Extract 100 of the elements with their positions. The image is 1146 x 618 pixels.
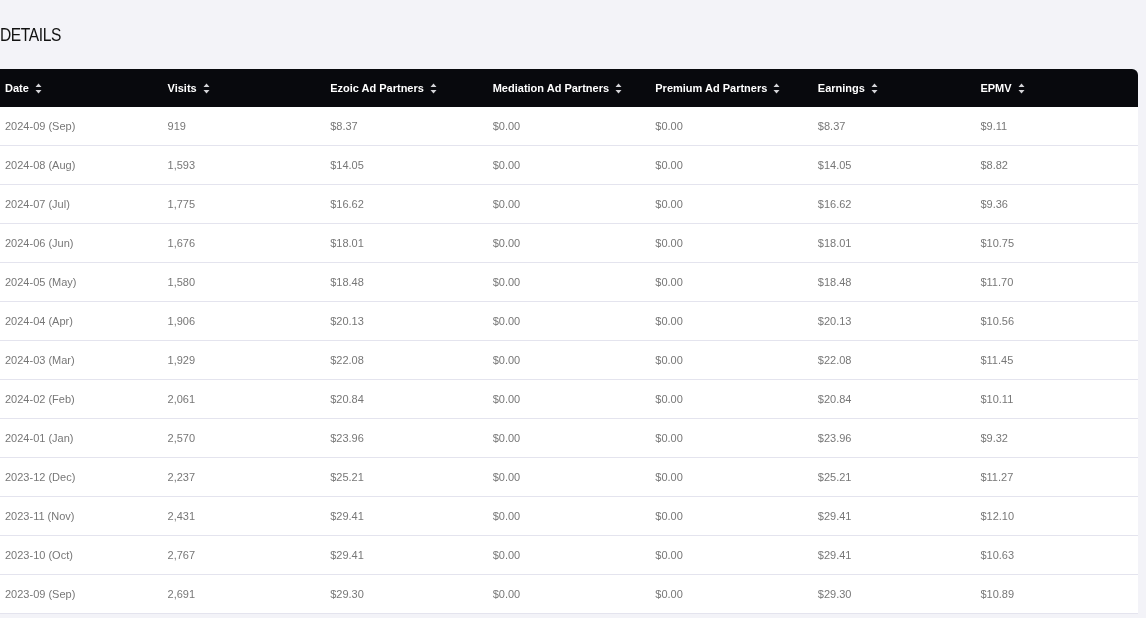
table-cell-text: $0.00 <box>654 274 684 290</box>
table-cell-text: 2,237 <box>166 469 197 485</box>
table-cell-text: $11.27 <box>979 469 1015 485</box>
table-cell-text: 2023-12 (Dec) <box>4 469 77 485</box>
table-cell-text: $10.56 <box>979 313 1016 329</box>
table-cell-text: $0.00 <box>654 391 684 407</box>
table-cell-text: 2024-07 (Jul) <box>4 196 71 212</box>
table-cell-text: $29.41 <box>329 508 365 524</box>
table-cell-text: $18.01 <box>329 235 365 251</box>
table-cell-text: 2024-08 (Aug) <box>4 157 77 173</box>
table-cell-text: $25.21 <box>329 469 365 485</box>
table-cell-text: $14.05 <box>816 157 853 173</box>
table-cell-text: $16.62 <box>329 196 365 212</box>
table-cell-text: $0.00 <box>654 196 684 212</box>
sort-icon <box>429 82 437 94</box>
table-cell-text: 2,061 <box>166 391 197 407</box>
table-cell-text: $12.10 <box>979 508 1016 524</box>
sort-icon <box>1017 82 1025 94</box>
table-cell-text: $9.32 <box>979 430 1009 446</box>
table-cell-text: $25.21 <box>816 469 853 485</box>
table-cell-text: 1,676 <box>166 235 197 251</box>
table-cell-text: $16.62 <box>816 196 853 212</box>
table-cell-text: $0.00 <box>654 586 684 602</box>
table-cell-text: $0.00 <box>654 352 684 368</box>
table-cell-text: $0.00 <box>654 313 684 329</box>
table-cell-text: $29.41 <box>816 508 853 524</box>
table-cell-text: $0.00 <box>491 352 522 368</box>
table-cell-text: 2,570 <box>166 430 197 446</box>
sort-icon <box>870 82 878 94</box>
table-cell-text: $0.00 <box>654 157 684 173</box>
table-cell-text: $22.08 <box>816 352 853 368</box>
table-cell-text: 2023-11 (Nov) <box>4 508 76 524</box>
column-header[interactable]: Earnings <box>812 69 976 107</box>
table-cell-text: $0.00 <box>491 235 522 251</box>
table-cell-text: $23.96 <box>329 430 365 446</box>
table-cell-text: 919 <box>166 118 187 134</box>
table-cell-text: $29.41 <box>329 547 365 563</box>
table-cell-text: $22.08 <box>329 352 365 368</box>
table-cell-text: $20.84 <box>329 391 365 407</box>
table-cell-text: 2024-06 (Jun) <box>4 235 75 251</box>
table-cell-text: $0.00 <box>491 508 522 524</box>
table-cell-text: $0.00 <box>491 157 522 173</box>
table-cell-text: $9.11 <box>979 118 1009 134</box>
table-cell-text: $10.75 <box>979 235 1016 251</box>
table-cell-text: $10.63 <box>979 547 1016 563</box>
table-cell-text: $8.37 <box>816 118 847 134</box>
table-cell-text: $9.36 <box>979 196 1009 212</box>
table-cell-text: $0.00 <box>491 430 522 446</box>
table-cell-text: 2024-04 (Apr) <box>4 313 74 329</box>
table-cell-text: $0.00 <box>654 118 684 134</box>
table-cell-text: $0.00 <box>654 469 684 485</box>
table-cell-text: 2023-10 (Oct) <box>4 547 74 563</box>
column-header[interactable]: Date <box>0 69 163 107</box>
table-cell-text: $0.00 <box>491 469 522 485</box>
table-cell-text: $18.48 <box>329 274 365 290</box>
table-cell-text: 2023-09 (Sep) <box>4 586 77 602</box>
sort-icon <box>773 82 781 94</box>
table-cell-text: $20.13 <box>816 313 853 329</box>
table-cell-text: $0.00 <box>654 235 684 251</box>
table-cell-text: $0.00 <box>654 547 684 563</box>
table-cell-text: $0.00 <box>491 274 522 290</box>
table-cell-text: 2024-09 (Sep) <box>4 118 77 134</box>
table-cell-text: 2024-02 (Feb) <box>4 391 76 407</box>
table-cell-text: 2,431 <box>166 508 197 524</box>
table-cell-text: 1,775 <box>166 196 197 212</box>
table-cell-text: $11.45 <box>979 352 1015 368</box>
table-cell-text: $23.96 <box>816 430 853 446</box>
table-cell-text: $0.00 <box>491 196 522 212</box>
section-title: DETAILS <box>0 25 62 44</box>
table-cell-text: $0.00 <box>491 547 522 563</box>
table-cell-text: 1,929 <box>166 352 197 368</box>
table-cell-text: $0.00 <box>654 508 684 524</box>
table-cell-text: $0.00 <box>491 391 522 407</box>
sort-icon <box>615 82 623 94</box>
table-cell-text: $0.00 <box>491 313 522 329</box>
table-cell-text: $29.30 <box>329 586 365 602</box>
table-cell-text: $0.00 <box>654 430 684 446</box>
table-cell-text: $11.70 <box>979 274 1015 290</box>
table-cell-text: $18.01 <box>816 235 853 251</box>
table-cell-text: 2024-05 (May) <box>4 274 78 290</box>
table-cell-text: 1,906 <box>166 313 197 329</box>
column-header[interactable]: EPMV <box>975 69 1138 107</box>
table-cell-text: $20.84 <box>816 391 853 407</box>
table-cell-text: $10.11 <box>979 391 1015 407</box>
table-cell-text: 2,691 <box>166 586 197 602</box>
table-cell-text: $14.05 <box>329 157 365 173</box>
table-cell-text: 1,580 <box>166 274 197 290</box>
column-header[interactable]: Ezoic Ad Partners <box>325 69 488 107</box>
sort-icon <box>34 82 42 94</box>
table-cell-text: 2024-03 (Mar) <box>4 352 76 368</box>
table-cell-text: 2,767 <box>166 547 197 563</box>
column-header[interactable]: Premium Ad Partners <box>650 69 813 107</box>
table-cell-text: $0.00 <box>491 118 522 134</box>
column-header[interactable]: Visits <box>162 69 326 107</box>
sort-icon <box>202 82 210 94</box>
table-cell-text: $8.82 <box>979 157 1009 173</box>
table-cell-text: 1,593 <box>166 157 197 173</box>
column-header[interactable]: Mediation Ad Partners <box>487 69 651 107</box>
table-cell-text: $29.41 <box>816 547 853 563</box>
table-cell-text: $8.37 <box>329 118 359 134</box>
